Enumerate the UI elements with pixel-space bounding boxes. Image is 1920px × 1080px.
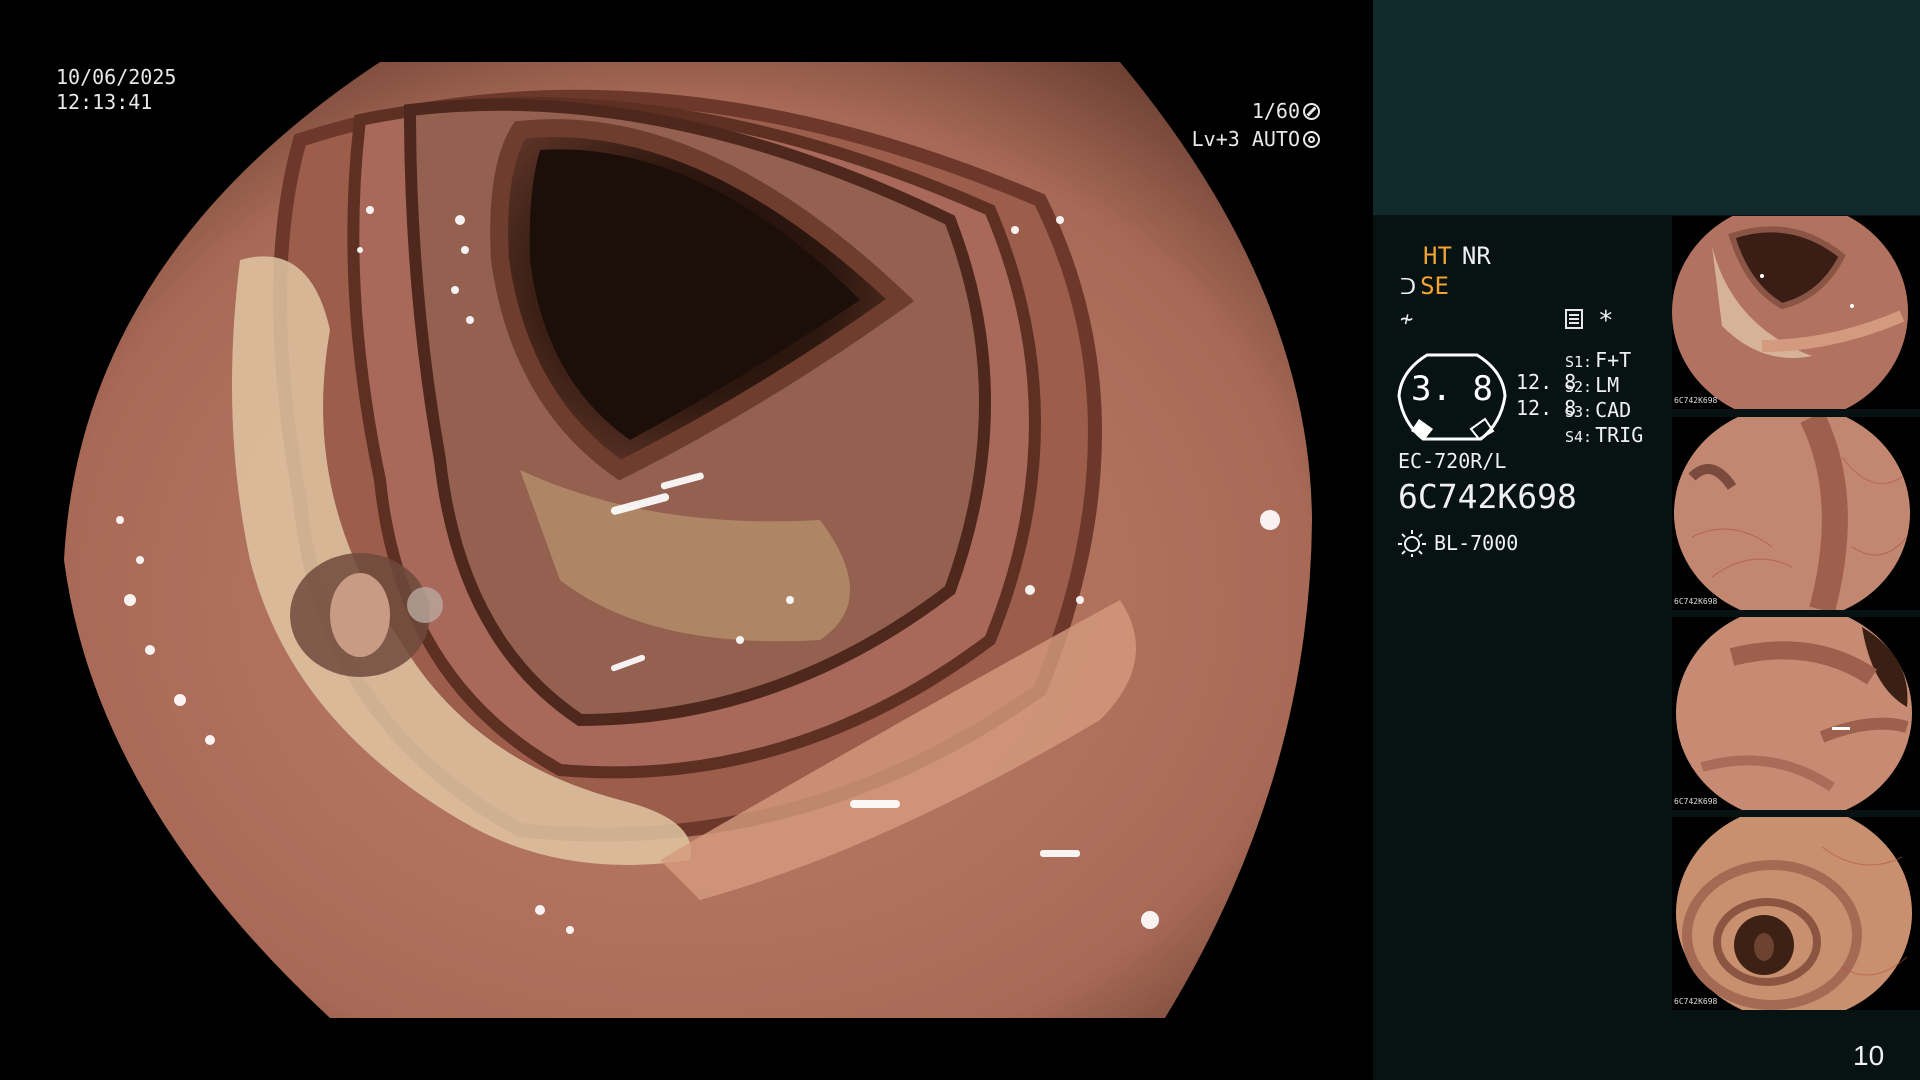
- switch-s4: S4: TRIG: [1565, 423, 1643, 447]
- memory-card-icon: [1565, 309, 1583, 329]
- switch-value: CAD: [1595, 398, 1632, 422]
- switch-s1: S1: F+T: [1565, 348, 1631, 372]
- thumbnail-image: [1674, 417, 1910, 610]
- mode-ht: HT: [1423, 242, 1452, 270]
- exam-date: 10/06/2025: [56, 65, 177, 89]
- endoscope-live-view: 10/06/2025 12:13:41 1/60 Lv+3 AUTO: [0, 0, 1372, 1080]
- switch-key: S4:: [1565, 428, 1593, 446]
- scope-serial: 6C742K698: [1398, 477, 1577, 516]
- page-number: 10: [1853, 1040, 1885, 1071]
- capture-thumbnail-2[interactable]: 6C742K698: [1672, 417, 1920, 610]
- thumbnail-image: [1676, 617, 1912, 810]
- structure-enhance-icon: ᑐ: [1400, 275, 1417, 300]
- structure-enhance-label: SE: [1420, 272, 1449, 300]
- switch-value: TRIG: [1595, 423, 1644, 447]
- thumbnail-serial: 6C742K698: [1674, 997, 1718, 1006]
- capture-thumbnail-4[interactable]: 6C742K698: [1672, 817, 1920, 1010]
- light-source-model: BL-7000: [1434, 531, 1519, 555]
- structure-enhance-row: ᑐ SE: [1400, 272, 1449, 300]
- function-icon: ≁: [1400, 307, 1414, 332]
- switch-s3: S3: CAD: [1565, 398, 1631, 422]
- shutter-speed: 1/60: [1252, 97, 1320, 125]
- mode-nr: NR: [1461, 242, 1491, 270]
- auto-iris-icon: [1303, 131, 1320, 148]
- switch-value: LM: [1595, 373, 1620, 397]
- shutter-speed-value: 1/60: [1251, 99, 1300, 123]
- switch-s2: S2: LM: [1565, 373, 1619, 397]
- endoscopy-display: 10/06/2025 12:13:41 1/60 Lv+3 AUTO HT NR …: [0, 0, 1920, 1080]
- brightness-level-value: Lv+3 AUTO: [1191, 127, 1300, 151]
- function-row: ≁: [1400, 304, 1417, 332]
- exam-time: 12:13:41: [56, 90, 153, 114]
- thumbnail-serial: 6C742K698: [1674, 797, 1718, 806]
- thumbnail-image: [1676, 817, 1912, 1010]
- light-source-icon: [1398, 530, 1426, 557]
- switch-key: S3:: [1565, 403, 1593, 421]
- image-mode-row: HT NR: [1423, 242, 1491, 270]
- capture-thumbnail-1[interactable]: 6C742K698: [1672, 216, 1920, 409]
- exposure-readout: 1/60 Lv+3 AUTO: [1150, 97, 1320, 157]
- light-source-row: BL-7000: [1398, 529, 1518, 557]
- brightness-level: Lv+3 AUTO: [1192, 125, 1320, 153]
- capture-thumbnail-3[interactable]: 6C742K698: [1672, 617, 1920, 810]
- switch-key: S2:: [1565, 378, 1593, 396]
- scope-model: EC-720R/L: [1398, 449, 1507, 473]
- shutter-icon: [1303, 103, 1320, 120]
- asterisk-indicator: *: [1598, 306, 1614, 336]
- dial-value: 3. 8: [1411, 369, 1493, 409]
- thumbnail-serial: 6C742K698: [1674, 396, 1718, 405]
- switch-value: F+T: [1595, 348, 1632, 372]
- zoom-dial: 3. 8: [1397, 351, 1507, 441]
- info-panel-header: [1373, 0, 1920, 215]
- switch-key: S1:: [1565, 353, 1593, 371]
- thumbnail-image: [1672, 216, 1908, 409]
- thumbnail-serial: 6C742K698: [1674, 597, 1718, 606]
- colon-lumen-image: [64, 62, 1312, 1018]
